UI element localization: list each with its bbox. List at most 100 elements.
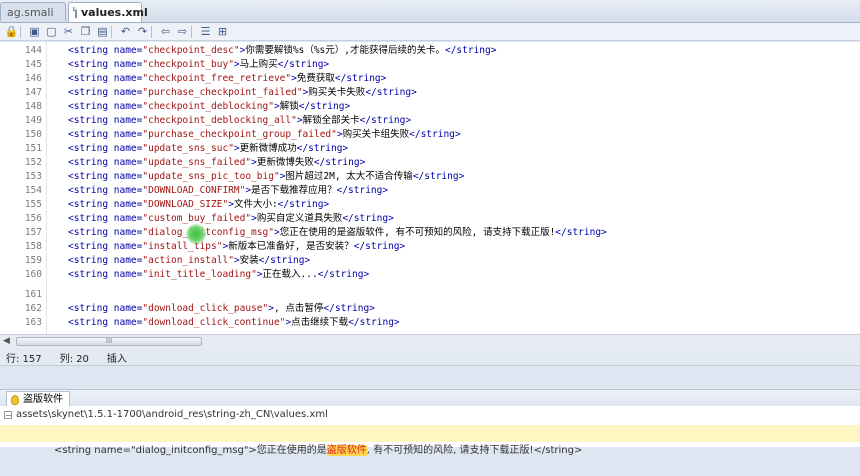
line-number: 144 xyxy=(24,45,42,56)
string-name-value: install_tips xyxy=(148,241,217,252)
code-line[interactable]: <string name="action_install">安装</string… xyxy=(68,254,310,268)
xml-syntax: name= xyxy=(113,199,143,210)
xml-syntax: </string> xyxy=(277,199,330,210)
code-line[interactable]: <string name="init_title_loading">正在载入..… xyxy=(68,268,369,282)
code-line[interactable]: <string name="update_sns_pic_too_big">图片… xyxy=(68,170,464,184)
xml-syntax: </string> xyxy=(258,255,311,266)
xml-syntax: name= xyxy=(113,317,143,328)
code-editor[interactable]: 144 <string name="checkpoint_desc">你需要解锁%… xyxy=(0,42,860,334)
result-match-line[interactable]: <string name="dialog_initconfig_msg">您正在… xyxy=(0,425,860,456)
string-name-value: DOWNLOAD_SIZE xyxy=(148,199,223,210)
xml-syntax: <string xyxy=(68,227,114,238)
string-name-value: checkpoint_buy xyxy=(148,59,229,70)
xml-syntax: </string> xyxy=(317,269,370,280)
line-number: 151 xyxy=(24,143,42,154)
status-mode: 插入 xyxy=(106,353,127,365)
string-text-value: 解锁 xyxy=(279,101,299,112)
code-line[interactable]: <string name="purchase_checkpoint_group_… xyxy=(68,128,461,142)
string-name-value: purchase_checkpoint_group_failed xyxy=(148,129,332,140)
code-line[interactable]: <string name="update_sns_suc">更新微博成功</st… xyxy=(68,142,348,156)
code-line[interactable]: <string name="dialog_initconfig_msg">您正在… xyxy=(68,226,607,240)
scroll-left-icon[interactable]: ◀ xyxy=(3,336,10,346)
line-number: 158 xyxy=(24,241,42,252)
xml-syntax: <string xyxy=(68,73,114,84)
code-line[interactable]: <string name="install_tips">新版本已准备好, 是否安… xyxy=(68,240,405,254)
code-line[interactable]: <string name="custom_buy_failed">购买自定义道具… xyxy=(68,212,394,226)
xml-syntax: <string xyxy=(68,129,114,140)
string-text-value: 更新微博失败 xyxy=(256,157,314,168)
redo-icon[interactable]: ↷ xyxy=(134,24,151,40)
format-icon[interactable]: ☰ xyxy=(197,24,214,40)
string-text-value: 解锁全部关卡 xyxy=(302,115,360,126)
insert-icon[interactable]: ⊞ xyxy=(214,24,231,40)
next-icon[interactable]: ⇨ xyxy=(174,24,191,40)
xml-syntax: </string> xyxy=(409,129,461,140)
string-text-value: , 点击暂停 xyxy=(273,303,324,314)
xml-syntax: name= xyxy=(113,303,143,314)
scrollbar-thumb[interactable]: III xyxy=(16,337,202,346)
code-line[interactable]: <string name="DOWNLOAD_SIZE">文件大小:</stri… xyxy=(68,198,329,212)
collapse-icon[interactable]: − xyxy=(4,410,12,419)
xml-syntax: <string xyxy=(68,199,114,210)
prev-icon[interactable]: ⇦ xyxy=(157,24,174,40)
status-bar: 行: 157 列: 20 插入 xyxy=(0,349,860,366)
xml-syntax: name= xyxy=(113,87,143,98)
line-number: 146 xyxy=(24,73,42,84)
string-name-value: download_click_continue xyxy=(148,317,280,328)
string-name-value: checkpoint_desc xyxy=(148,45,234,56)
copy-icon[interactable]: ❐ xyxy=(77,24,94,40)
code-line[interactable]: <string name="DOWNLOAD_CONFIRM">是否下载推荐应用… xyxy=(68,184,388,198)
code-line[interactable]: <string name="checkpoint_deblocking_all"… xyxy=(68,114,411,128)
code-line[interactable]: <string name="download_click_pause">, 点击… xyxy=(68,302,375,316)
line-number: 160 xyxy=(24,269,42,280)
xml-syntax: </string> xyxy=(323,303,375,314)
file-icon[interactable]: ▢ xyxy=(43,24,60,40)
xml-syntax: <string xyxy=(68,269,114,280)
code-line[interactable]: <string name="checkpoint_buy">马上购买</stri… xyxy=(68,58,329,72)
code-line[interactable]: <string name="checkpoint_desc">你需要解锁%s（%… xyxy=(68,44,496,58)
tab-values-xml[interactable]: values.xml xyxy=(68,2,148,22)
status-column: 列: 20 xyxy=(59,353,89,365)
xml-syntax: name= xyxy=(113,73,143,84)
code-line[interactable]: <string name="purchase_checkpoint_failed… xyxy=(68,86,417,100)
line-number: 153 xyxy=(24,171,42,182)
paste-icon[interactable]: ▤ xyxy=(94,24,111,40)
string-text-value: 更新微博成功 xyxy=(239,143,297,154)
string-text-value: 你需要解锁%s（%s元）,才能获得后续的关卡。 xyxy=(245,45,445,56)
xml-syntax: name= xyxy=(113,129,143,140)
xml-syntax: </string> xyxy=(359,115,412,126)
file-icon xyxy=(73,7,77,18)
code-line[interactable]: <string name="checkpoint_deblocking">解锁<… xyxy=(68,100,350,114)
xml-syntax: <string xyxy=(68,101,114,112)
search-results-tabbar: 盗版软件 xyxy=(0,389,860,407)
xml-syntax: name= xyxy=(113,241,143,252)
tab-ag-smali[interactable]: ag.smali xyxy=(0,2,66,21)
code-line[interactable]: <string name="update_sns_failed">更新微博失败<… xyxy=(68,156,365,170)
tab-label: ag.smali xyxy=(7,5,54,19)
line-number: 155 xyxy=(24,199,42,210)
search-results: − assets\skynet\1.5.1-1700\android_res\s… xyxy=(0,406,860,456)
search-tab-label: 盗版软件 xyxy=(23,394,63,405)
string-text-value: 购买自定义道具失败 xyxy=(256,213,343,224)
code-line[interactable]: <string name="checkpoint_free_retrieve">… xyxy=(68,72,386,86)
xml-syntax: name= xyxy=(113,171,143,182)
string-text-value: 图片超过2M, 太大不适合传输 xyxy=(285,171,413,182)
horizontal-scrollbar[interactable]: ◀ III xyxy=(0,334,860,349)
xml-syntax: name= xyxy=(113,143,143,154)
undo-icon[interactable]: ↶ xyxy=(117,24,134,40)
save-icon[interactable]: ▣ xyxy=(26,24,43,40)
cut-icon[interactable]: ✂ xyxy=(60,24,77,40)
panel-spacer xyxy=(0,367,860,389)
result-file-path[interactable]: − assets\skynet\1.5.1-1700\android_res\s… xyxy=(4,409,328,420)
code-line[interactable]: <string name="download_click_continue">点… xyxy=(68,316,400,330)
search-results-tab[interactable]: 盗版软件 xyxy=(6,391,70,407)
xml-syntax: <string xyxy=(68,171,114,182)
string-name-value: checkpoint_deblocking_all xyxy=(148,115,292,126)
string-text-value: 文件大小: xyxy=(233,199,278,210)
xml-syntax: </string> xyxy=(412,171,465,182)
xml-syntax: name= xyxy=(113,185,143,196)
xml-syntax: <string xyxy=(68,45,114,56)
lightbulb-icon xyxy=(11,394,19,405)
lock-icon[interactable]: 🔒 xyxy=(3,24,20,40)
xml-syntax: name= xyxy=(113,157,143,168)
